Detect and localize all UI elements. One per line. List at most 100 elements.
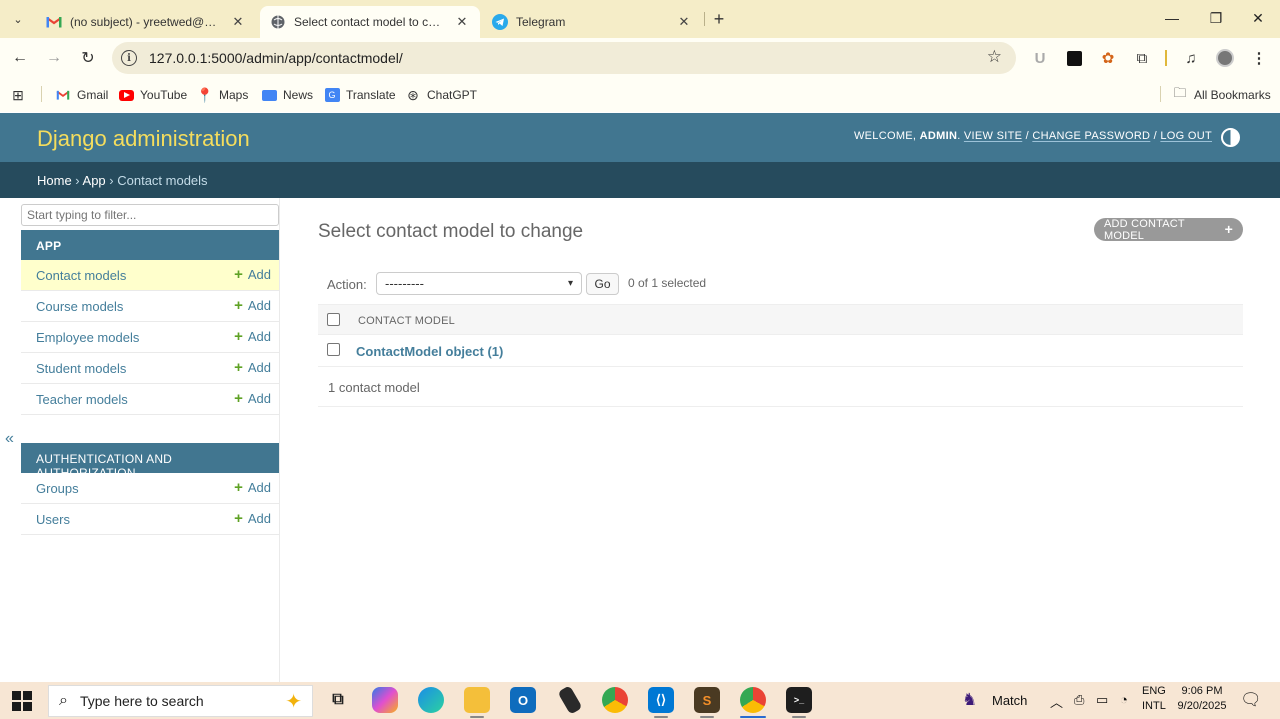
bookmark-star-icon[interactable]: ☆: [987, 47, 1002, 67]
battery-icon[interactable]: ▭: [1096, 692, 1108, 708]
breadcrumb-home[interactable]: Home: [37, 173, 72, 188]
outlook-icon[interactable]: O: [510, 687, 536, 713]
language-indicator[interactable]: ENG INTL: [1142, 685, 1166, 712]
usb-drive-icon[interactable]: [557, 685, 583, 715]
running-indicator: [654, 716, 668, 718]
column-header-contact-model[interactable]: CONTACT MODEL: [358, 315, 455, 327]
model-link[interactable]: Contact models: [36, 268, 126, 283]
weather-widget-text[interactable]: Match: [992, 693, 1027, 708]
go-button[interactable]: Go: [586, 273, 619, 295]
close-icon[interactable]: ✕: [454, 14, 470, 30]
app-caption-app[interactable]: APP: [21, 230, 279, 260]
sublime-text-icon[interactable]: S: [694, 687, 720, 713]
address-bar[interactable]: i 127.0.0.1:5000/admin/app/contactmodel/…: [112, 42, 1016, 74]
meet-now-icon[interactable]: ⎙: [1074, 692, 1084, 708]
clock[interactable]: 9:06 PM 9/20/2025: [1176, 685, 1228, 712]
browser-menu-icon[interactable]: ⋮: [1249, 48, 1269, 68]
show-hidden-icons-chevron-icon[interactable]: ︿: [1050, 692, 1063, 711]
vscode-icon[interactable]: ⟨⟩: [648, 687, 674, 713]
log-out-link[interactable]: LOG OUT: [1160, 130, 1212, 142]
copilot-icon[interactable]: [372, 687, 398, 713]
edge-icon[interactable]: [418, 687, 444, 713]
change-password-link[interactable]: CHANGE PASSWORD: [1032, 130, 1150, 142]
tab-divider: [704, 12, 705, 26]
chevron-down-icon: ▾: [567, 278, 573, 289]
sidebar-item-teacher-models: Teacher models + Add: [21, 384, 279, 415]
window-close-icon[interactable]: ✕: [1236, 4, 1280, 32]
taskbar-search-box[interactable]: ⌕ Type here to search ✦: [48, 685, 313, 717]
restore-icon[interactable]: ❐: [1194, 4, 1238, 32]
add-contact-model-button[interactable]: ADD CONTACT MODEL +: [1094, 217, 1243, 242]
breadcrumb-app[interactable]: App: [83, 173, 106, 188]
minimize-icon[interactable]: —: [1150, 4, 1194, 32]
wifi-icon[interactable]: ◔: [1120, 692, 1128, 707]
close-icon[interactable]: ✕: [230, 14, 246, 30]
add-link[interactable]: + Add: [234, 360, 271, 375]
add-link[interactable]: + Add: [234, 511, 271, 526]
forward-arrow-icon[interactable]: →: [42, 46, 66, 70]
site-info-icon[interactable]: i: [121, 50, 137, 66]
model-link[interactable]: Users: [36, 512, 70, 527]
add-button-label: ADD CONTACT MODEL: [1104, 217, 1185, 242]
close-icon[interactable]: ✕: [676, 14, 692, 30]
bookmark-translate[interactable]: G Translate: [324, 86, 396, 104]
select-all-checkbox[interactable]: [327, 313, 340, 326]
all-bookmarks-folder[interactable]: 🗀 All Bookmarks: [1172, 85, 1270, 104]
contact-model-object-link[interactable]: ContactModel object (1): [356, 344, 503, 359]
chrome-active-icon[interactable]: [740, 687, 766, 713]
back-arrow-icon[interactable]: ←: [8, 46, 32, 70]
tab-search-chevron-icon[interactable]: ⌄: [6, 8, 30, 30]
action-select[interactable]: --------- ▾: [376, 272, 582, 295]
media-control-icon[interactable]: ♫: [1181, 48, 1201, 68]
extension-dark-icon[interactable]: [1064, 48, 1084, 68]
reload-icon[interactable]: ↻: [76, 46, 100, 70]
chatgpt-icon: ⊛: [407, 86, 419, 103]
profile-avatar-icon[interactable]: [1215, 48, 1235, 68]
bookmark-news[interactable]: News: [261, 86, 313, 104]
bookmark-maps[interactable]: 📍 Maps: [196, 86, 248, 104]
active-indicator: [740, 716, 766, 718]
chrome-icon[interactable]: [602, 687, 628, 713]
model-link[interactable]: Teacher models: [36, 392, 128, 407]
row-checkbox[interactable]: [327, 343, 340, 356]
model-link[interactable]: Employee models: [36, 330, 139, 345]
new-tab-plus-icon[interactable]: +: [708, 8, 730, 30]
add-link[interactable]: + Add: [234, 329, 271, 344]
add-link[interactable]: + Add: [234, 391, 271, 406]
add-link[interactable]: + Add: [234, 298, 271, 313]
sidebar-item-groups: Groups + Add: [21, 473, 279, 504]
task-view-icon[interactable]: ⧉: [325, 687, 351, 713]
tab-django-admin[interactable]: Select contact model to change ✕: [260, 6, 480, 38]
view-site-link[interactable]: VIEW SITE: [964, 130, 1022, 142]
sidebar-item-course-models: Course models + Add: [21, 291, 279, 322]
apps-grid-icon[interactable]: ⊞: [10, 86, 32, 104]
bookmark-gmail[interactable]: Gmail: [55, 86, 108, 104]
add-link[interactable]: + Add: [234, 267, 271, 282]
admin-header: Django administration WELCOME, ADMIN. VI…: [0, 113, 1280, 162]
telegram-icon: [492, 14, 508, 30]
tab-telegram[interactable]: Telegram ✕: [482, 6, 702, 38]
toggle-nav-sidebar-icon[interactable]: «: [5, 430, 14, 448]
theme-toggle-icon[interactable]: [1221, 128, 1240, 147]
nav-filter-input[interactable]: [21, 204, 279, 226]
add-link[interactable]: + Add: [234, 480, 271, 495]
extensions-puzzle-icon[interactable]: ⧉: [1132, 48, 1152, 68]
bookmark-youtube[interactable]: YouTube: [118, 86, 187, 104]
windows-start-icon[interactable]: [12, 691, 32, 711]
search-icon: ⌕: [59, 692, 68, 709]
app-caption-auth[interactable]: AUTHENTICATION AND AUTHORIZATION: [21, 443, 279, 480]
model-link[interactable]: Student models: [36, 361, 126, 376]
terminal-icon[interactable]: >_: [786, 687, 812, 713]
plus-icon: +: [234, 510, 243, 527]
premier-league-icon[interactable]: ♞: [962, 690, 977, 710]
site-branding[interactable]: Django administration: [37, 126, 250, 152]
model-link[interactable]: Groups: [36, 481, 79, 496]
model-link[interactable]: Course models: [36, 299, 123, 314]
extension-u-icon[interactable]: U: [1030, 48, 1050, 68]
add-label: Add: [247, 360, 271, 375]
bookmark-chatgpt[interactable]: ⊛ ChatGPT: [405, 86, 477, 104]
notifications-icon[interactable]: 🗨: [1240, 690, 1262, 710]
file-explorer-icon[interactable]: [464, 687, 490, 713]
extension-flower-icon[interactable]: ✿: [1098, 48, 1118, 68]
tab-gmail[interactable]: (no subject) - yreetwed@gmail. ✕: [36, 6, 256, 38]
